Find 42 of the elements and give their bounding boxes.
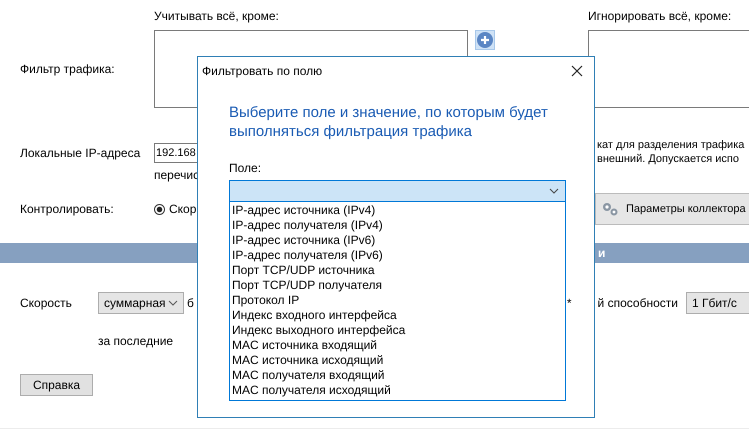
dropdown-option[interactable]: IP-адрес источника (IPv4) — [230, 203, 565, 218]
field-label: за последние — [98, 334, 174, 348]
field-label: Игнорировать всё, кроме: — [588, 9, 732, 23]
dropdown-option[interactable]: MAC источника исходящий — [230, 353, 565, 368]
add-button[interactable] — [475, 30, 495, 50]
chevron-icon — [549, 188, 559, 194]
field-label: Контролировать: — [19, 202, 115, 216]
chevron-icon — [168, 300, 178, 306]
dialog-heading: Выберите поле и значение, по которым будет — [229, 103, 549, 122]
speed-mode-select[interactable]: суммарная — [98, 292, 184, 314]
dropdown-option[interactable]: MAC источника входящий — [230, 338, 565, 353]
close-icon[interactable] — [571, 65, 583, 77]
dropdown-option[interactable]: Индекс входного интерфейса — [230, 308, 565, 323]
collector-settings-button[interactable]: Параметры коллектора — [595, 193, 749, 225]
field-label: Скорость — [20, 296, 73, 310]
field-label: Фильтр трафика: — [19, 62, 116, 76]
dropdown-option[interactable]: MAC получателя входящий — [230, 368, 565, 383]
field-combobox[interactable] — [229, 180, 566, 202]
gears-icon — [600, 200, 620, 218]
dropdown-option[interactable]: IP-адрес получателя (IPv4) — [230, 218, 565, 233]
dropdown-option[interactable]: Порт TCP/UDP источника — [230, 263, 565, 278]
dropdown-option[interactable]: IP-адрес получателя (IPv6) — [230, 248, 565, 263]
dialog-heading: выполняться фильтрация трафика — [229, 122, 473, 141]
help-button[interactable]: Справка — [20, 374, 93, 396]
note-text: кат для разделения трафика — [597, 138, 746, 152]
asterisk-text: * — [566, 296, 572, 310]
note-text: внешний. Допускается испо — [597, 152, 740, 166]
radio-label: Скор — [169, 202, 196, 216]
field-label: й способности — [598, 296, 678, 310]
dialog-title: Фильтровать по полю — [202, 64, 322, 78]
dropdown-option[interactable]: Индекс выходного интерфейса — [230, 323, 565, 338]
field-label: Учитывать всё, кроме: — [154, 9, 280, 23]
radio-button[interactable] — [154, 204, 165, 214]
section-title: и — [598, 246, 606, 260]
field-label: Локальные IP-адреса — [19, 145, 142, 162]
field-label: Поле: — [229, 161, 262, 175]
dropdown-option[interactable]: MAC получателя исходящий — [230, 383, 565, 398]
dropdown-option[interactable]: Протокол IP — [230, 293, 565, 308]
label-text: б — [187, 296, 194, 310]
capacity-select[interactable]: 1 Гбит/с — [686, 292, 749, 314]
dropdown-option[interactable]: IP-адрес источника (IPv6) — [230, 233, 565, 248]
dropdown-option[interactable]: Порт TCP/UDP получателя — [230, 278, 565, 293]
